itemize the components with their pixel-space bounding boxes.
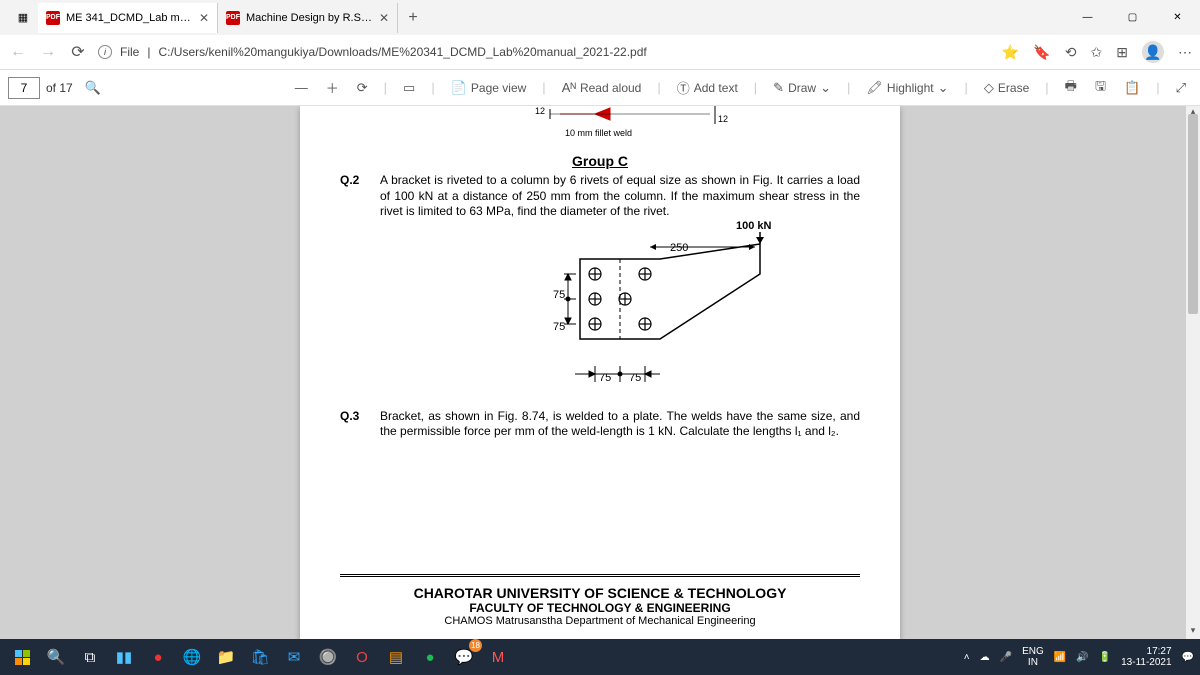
sync-icon[interactable]: ⟲ [1065,44,1077,61]
zoom-out-button[interactable]: — [289,76,314,99]
page-count: of 17 [46,81,73,95]
new-tab-button[interactable]: + [398,9,428,27]
tab-title: ME 341_DCMD_Lab manual_202 [66,12,193,24]
close-window-button[interactable]: ✕ [1155,0,1200,35]
favorites-icon[interactable]: ✩ [1091,44,1103,61]
store-icon[interactable]: 🛍 [244,641,276,673]
search-icon[interactable]: 🔍 [79,76,107,100]
erase-button[interactable]: ◇Erase [978,76,1035,100]
page-view-button[interactable]: 📄Page view [445,76,533,100]
opera-icon[interactable]: O [346,641,378,673]
file-explorer-icon[interactable]: 📁 [210,641,242,673]
scrollbar-thumb[interactable] [1188,114,1198,314]
spotify-icon[interactable]: ● [414,641,446,673]
file-label: File [120,45,139,59]
app-icon[interactable]: ▤ [380,641,412,673]
start-button[interactable] [6,641,38,673]
fullscreen-button[interactable]: ⤢ [1170,76,1192,100]
save-as-button[interactable]: 📋 [1118,76,1146,100]
battery-icon[interactable]: 🔋 [1099,652,1111,663]
page-footer: CHAROTAR UNIVERSITY OF SCIENCE & TECHNOL… [340,574,860,627]
clock[interactable]: 17:27 13-11-2021 [1121,646,1171,668]
print-button[interactable]: 🖶 [1059,73,1083,103]
question-text: A bracket is riveted to a column by 6 ri… [380,173,860,220]
taskbar-search-icon[interactable]: 🔍 [40,641,72,673]
save-button[interactable]: 🖫 [1089,73,1112,103]
tab-title: Machine Design by R.S.KHURMI [246,12,373,24]
scroll-down-icon[interactable]: ▾ [1186,625,1200,639]
pdf-page: 12 12 10 mm fillet weld Group C Q.2 A br… [300,106,900,639]
maximize-button[interactable]: ▢ [1110,0,1155,35]
fit-page-button[interactable]: ▭ [397,76,421,100]
tab-pdf-2[interactable]: PDF Machine Design by R.S.KHURMI ✕ [218,3,398,33]
zoom-in-button[interactable]: ＋ [320,74,345,101]
read-mode-icon[interactable]: ⭐ [1002,44,1019,61]
add-text-button[interactable]: ⓉAdd text [671,74,744,101]
onedrive-icon[interactable]: ☁ [980,652,990,663]
mail-icon[interactable]: ✉ [278,641,310,673]
pdf-viewport[interactable]: 12 12 10 mm fillet weld Group C Q.2 A br… [0,106,1200,639]
tag-icon[interactable]: 🔖 [1033,44,1050,61]
group-heading: Group C [340,153,860,169]
app-icon[interactable]: ● [142,641,174,673]
tab-pdf-1[interactable]: PDF ME 341_DCMD_Lab manual_202 ✕ [38,3,218,33]
rotate-button[interactable]: ⟳ [351,76,374,100]
question-number: Q.2 [340,173,380,220]
taskbar: 🔍 ⧉ ▮▮ ● 🌐 📁 🛍 ✉ 🔘 O ▤ ● 💬 M ˄ ☁ 🎤 ENG I… [0,639,1200,675]
info-icon: i [98,45,112,59]
chevron-up-icon[interactable]: ˄ [964,652,970,663]
language-indicator[interactable]: ENG IN [1022,646,1044,668]
whatsapp-icon[interactable]: 💬 [448,641,480,673]
highlight-button[interactable]: 🖍Highlight ⌄ [860,76,954,100]
more-icon[interactable]: ⋯ [1178,44,1192,61]
draw-button[interactable]: ✎Draw ⌄ [767,76,837,100]
app-icon[interactable]: ▮▮ [108,641,140,673]
read-aloud-button[interactable]: AᴺRead aloud [556,76,648,99]
refresh-button[interactable]: ⟳ [68,42,88,62]
volume-icon[interactable]: 🔊 [1076,652,1088,663]
caption: 10 mm fillet weld [565,128,632,138]
minimize-button[interactable]: — [1065,0,1110,35]
mic-icon[interactable]: 🎤 [1000,652,1012,663]
pdf-icon: PDF [226,11,240,25]
tab-close-icon[interactable]: ✕ [199,11,209,25]
back-button[interactable]: ← [8,43,28,61]
question-text: Bracket, as shown in Fig. 8.74, is welde… [380,409,860,440]
task-view-icon[interactable]: ⧉ [74,641,106,673]
file-path: C:/Users/kenil%20mangukiya/Downloads/ME%… [158,45,646,59]
forward-button[interactable]: → [38,43,58,61]
edge-icon[interactable]: 🌐 [176,641,208,673]
tab-close-icon[interactable]: ✕ [379,11,389,25]
app-icon[interactable]: 🔘 [312,641,344,673]
profile-avatar[interactable]: 👤 [1142,41,1164,63]
figure-q2: 100 kN 250 75 75 75 75 [380,224,860,409]
app-tabs-icon[interactable]: ▦ [8,3,38,33]
notification-icon[interactable]: 💬 [1182,652,1194,663]
question-number: Q.3 [340,409,380,440]
app-icon[interactable]: M [482,641,514,673]
vertical-scrollbar[interactable]: ▴ ▾ [1186,106,1200,639]
wifi-icon[interactable]: 📶 [1054,652,1066,663]
page-number-input[interactable] [8,77,40,99]
address-field[interactable]: i File | C:/Users/kenil%20mangukiya/Down… [98,45,992,59]
pdf-icon: PDF [46,11,60,25]
collections-icon[interactable]: ⊞ [1116,44,1128,61]
